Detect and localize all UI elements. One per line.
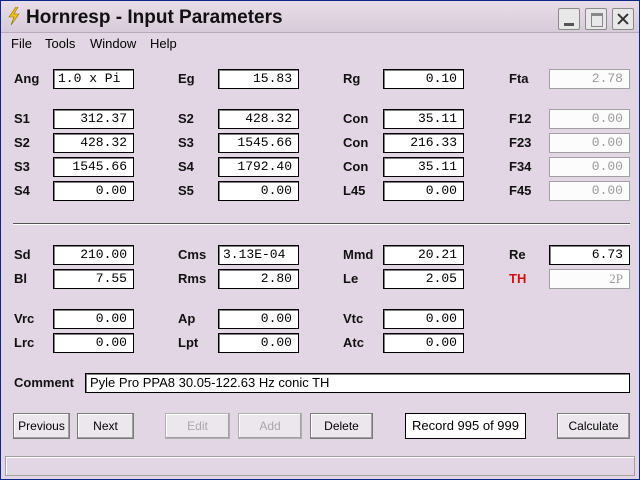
s5-label: S5 [178,183,194,198]
f12-label: F12 [509,111,532,126]
vtc-label: Vtc [343,311,364,326]
con1-label: Con [343,111,369,126]
calculate-button[interactable]: Calculate [557,413,630,439]
ap-field[interactable]: 0.00 [218,309,299,329]
bl-field[interactable]: 7.55 [53,269,134,289]
mmd-field[interactable]: 20.21 [383,245,464,265]
s2-seg2-field[interactable]: 428.32 [53,133,134,153]
menu-file[interactable]: File [11,36,32,51]
f45-label: F45 [509,183,532,198]
s4-seg4-label: S4 [14,183,30,198]
s3-field[interactable]: 1545.66 [218,133,299,153]
le-field[interactable]: 2.05 [383,269,464,289]
s2-label: S2 [178,111,194,126]
s5-field[interactable]: 0.00 [218,181,299,201]
vrc-label: Vrc [14,311,35,326]
record-counter: Record 995 of 999 [405,413,526,439]
rms-field[interactable]: 2.80 [218,269,299,289]
mmd-label: Mmd [343,247,374,262]
l45-label: L45 [343,183,366,198]
con2-field[interactable]: 216.33 [383,133,464,153]
th-label: TH [509,271,527,286]
edit-button[interactable]: Edit [165,413,230,439]
fta-label: Fta [509,71,529,86]
comment-label: Comment [14,375,74,390]
s4-label: S4 [178,159,194,174]
status-bar [5,456,635,476]
lrc-field[interactable]: 0.00 [53,333,134,353]
add-button[interactable]: Add [238,413,302,439]
vtc-field[interactable]: 0.00 [383,309,464,329]
s4-seg4-field[interactable]: 0.00 [53,181,134,201]
minimize-button[interactable] [558,8,580,30]
menu-window[interactable]: Window [90,36,136,51]
cms-label: Cms [178,247,207,262]
lrc-label: Lrc [14,335,35,350]
con3-label: Con [343,159,369,174]
re-field[interactable]: 6.73 [549,245,630,265]
rg-field[interactable]: 0.10 [383,69,464,89]
f34-label: F34 [509,159,532,174]
rg-label: Rg [343,71,361,86]
cms-field[interactable]: 3.13E-04 [218,245,299,265]
menu-bar: File Tools Window Help [1,34,639,54]
lpt-field[interactable]: 0.00 [218,333,299,353]
maximize-button[interactable] [585,8,607,30]
con3-field[interactable]: 35.11 [383,157,464,177]
next-button[interactable]: Next [77,413,134,439]
atc-label: Atc [343,335,364,350]
title-bar[interactable]: Hornresp - Input Parameters [1,1,639,33]
l45-field[interactable]: 0.00 [383,181,464,201]
comment-field[interactable]: Pyle Pro PPA8 30.05-122.63 Hz conic TH [85,373,630,393]
eg-field[interactable]: 15.83 [218,69,299,89]
s3-seg3-field[interactable]: 1545.66 [53,157,134,177]
re-label: Re [509,247,526,262]
s4-field[interactable]: 1792.40 [218,157,299,177]
hornresp-window: Hornresp - Input Parameters File Tools W… [0,0,640,480]
atc-field[interactable]: 0.00 [383,333,464,353]
eg-label: Eg [178,71,195,86]
s1-label: S1 [14,111,30,126]
previous-button[interactable]: Previous [13,413,70,439]
lpt-label: Lpt [178,335,199,350]
f23-label: F23 [509,135,532,150]
s1-field[interactable]: 312.37 [53,109,134,129]
lightning-bolt-icon [8,7,20,25]
th-field: 2P [549,269,630,289]
close-button[interactable] [612,8,634,30]
rms-label: Rms [178,271,207,286]
section-divider [13,223,630,225]
bl-label: Bl [14,271,27,286]
ang-label: Ang [14,71,40,86]
con1-field[interactable]: 35.11 [383,109,464,129]
ap-label: Ap [178,311,196,326]
f12-field: 0.00 [549,109,630,129]
s3-label: S3 [178,135,194,150]
s2-seg2-label: S2 [14,135,30,150]
menu-tools[interactable]: Tools [45,36,75,51]
f45-field: 0.00 [549,181,630,201]
menu-help[interactable]: Help [150,36,177,51]
delete-button[interactable]: Delete [310,413,373,439]
f34-field: 0.00 [549,157,630,177]
window-title: Hornresp - Input Parameters [26,7,283,28]
sd-field[interactable]: 210.00 [53,245,134,265]
s2-field[interactable]: 428.32 [218,109,299,129]
f23-field: 0.00 [549,133,630,153]
con2-label: Con [343,135,369,150]
s3-seg3-label: S3 [14,159,30,174]
le-label: Le [343,271,359,286]
vrc-field[interactable]: 0.00 [53,309,134,329]
sd-label: Sd [14,247,31,262]
ang-field[interactable]: 1.0 x Pi [53,69,134,89]
fta-field: 2.78 [549,69,630,89]
